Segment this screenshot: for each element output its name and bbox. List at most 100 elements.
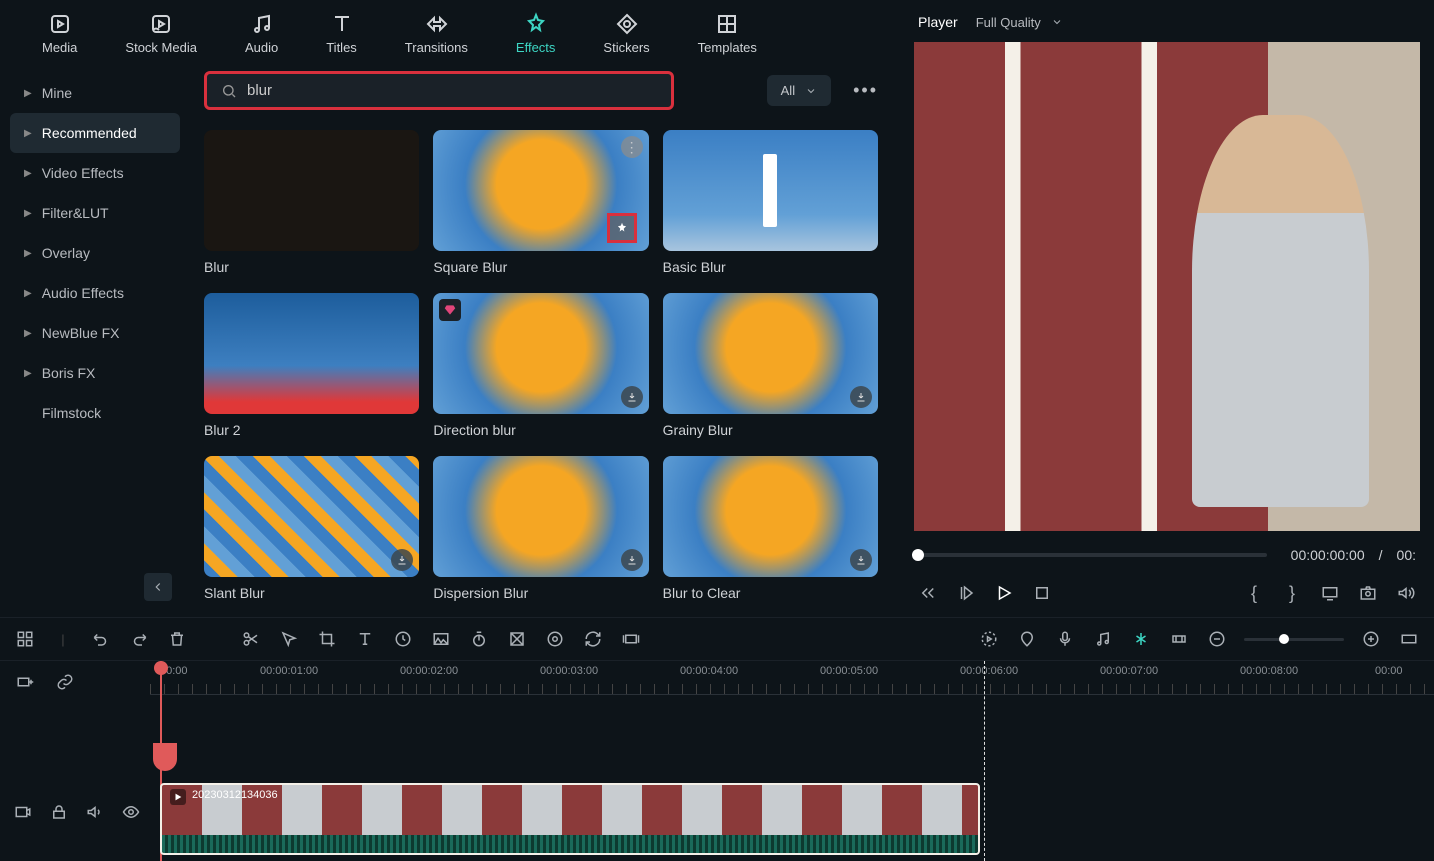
play-button[interactable] [994,583,1014,603]
effect-thumb[interactable] [663,130,878,251]
keyframe-button[interactable] [506,628,528,650]
prev-frame-button[interactable] [918,583,938,603]
video-clip[interactable]: 20230312134036 [160,783,980,855]
zoom-out-button[interactable] [1206,628,1228,650]
more-button[interactable]: ••• [845,72,886,109]
mute-track-button[interactable] [86,801,104,823]
mark-in-button[interactable]: { [1244,583,1264,603]
stop-button[interactable] [1032,583,1052,603]
nav-stock[interactable]: Stock Media [113,8,209,59]
effect-thumb[interactable]: ⋮ [433,130,648,251]
sidebar-collapse-button[interactable] [144,573,172,601]
refresh-button[interactable] [582,628,604,650]
render-button[interactable] [978,628,1000,650]
select-button[interactable] [278,628,300,650]
crop-button[interactable] [316,628,338,650]
sidebar-item-recommended[interactable]: ▶Recommended [10,113,180,153]
download-icon[interactable] [850,386,872,408]
effect-card-slant-blur[interactable]: Slant Blur [204,456,419,601]
effect-thumb[interactable] [433,456,648,577]
snapshot-button[interactable] [1358,583,1378,603]
sidebar-item-label: NewBlue FX [42,325,120,341]
add-track-button[interactable] [14,671,36,693]
effect-thumb[interactable] [204,130,419,251]
effect-label: Blur to Clear [663,585,878,601]
effect-thumb[interactable] [663,456,878,577]
ruler-tick: 00:00:01:00 [260,665,318,677]
filter-dropdown[interactable]: All [767,75,831,106]
sidebar-item-mine[interactable]: ▶Mine [10,73,180,113]
speed-button[interactable] [392,628,414,650]
effect-thumb[interactable] [204,456,419,577]
sidebar-item-filter-lut[interactable]: ▶Filter&LUT [10,193,180,233]
download-icon[interactable] [391,549,413,571]
search-input[interactable] [247,82,657,99]
effect-card-blur[interactable]: Blur [204,130,419,275]
zoom-slider[interactable] [1244,638,1344,641]
split-button[interactable] [240,628,262,650]
link-button[interactable] [54,671,76,693]
nav-stickers[interactable]: Stickers [591,8,661,59]
effect-card-dispersion-blur[interactable]: Dispersion Blur [433,456,648,601]
add-effect-button[interactable] [607,213,637,243]
marker-clip[interactable] [153,743,177,771]
search-box[interactable] [204,71,674,110]
effect-thumb[interactable] [433,293,648,414]
layout-button[interactable] [14,628,36,650]
sidebar-item-audio-effects[interactable]: ▶Audio Effects [10,273,180,313]
sidebar-item-video-effects[interactable]: ▶Video Effects [10,153,180,193]
zoom-in-button[interactable] [1360,628,1382,650]
nav-media[interactable]: Media [30,8,89,59]
sidebar-item-filmstock[interactable]: Filmstock [10,393,180,433]
sidebar-item-newblue[interactable]: ▶ NewBlue FX [10,313,180,353]
effect-card-square-blur[interactable]: ⋮Square Blur [433,130,648,275]
sidebar-item-boris[interactable]: ▶Boris FX [10,353,180,393]
effect-card-blur-to-clear[interactable]: Blur to Clear [663,456,878,601]
effect-card-grainy-blur[interactable]: Grainy Blur [663,293,878,438]
caret-icon: ▶ [24,328,32,339]
voiceover-button[interactable] [1054,628,1076,650]
effect-thumb[interactable] [204,293,419,414]
effect-card-basic-blur[interactable]: Basic Blur [663,130,878,275]
redo-button[interactable] [128,628,150,650]
download-icon[interactable] [621,549,643,571]
timeline-ruler[interactable]: 00:0000:00:01:0000:00:02:0000:00:03:0000… [150,661,1434,695]
delete-button[interactable] [166,628,188,650]
zoom-fit-button[interactable] [1398,628,1420,650]
lock-track-button[interactable] [50,801,68,823]
chevron-down-icon [1051,16,1063,28]
mark-out-button[interactable]: } [1282,583,1302,603]
player-scrubber[interactable] [918,553,1267,557]
video-track-icon[interactable] [14,801,32,823]
hide-track-button[interactable] [122,801,140,823]
effect-thumb[interactable] [663,293,878,414]
autoripple-button[interactable] [1168,628,1190,650]
undo-button[interactable] [90,628,112,650]
nav-transitions[interactable]: Transitions [393,8,480,59]
effect-card-direction-blur[interactable]: Direction blur [433,293,648,438]
snap-button[interactable] [1130,628,1152,650]
quality-dropdown[interactable]: Full Quality [976,15,1063,30]
download-icon[interactable] [621,386,643,408]
volume-button[interactable] [1396,583,1416,603]
marker-button[interactable] [1016,628,1038,650]
step-forward-button[interactable] [956,583,976,603]
effect-card-blur-2[interactable]: Blur 2 [204,293,419,438]
sidebar-item-label: Overlay [42,245,90,261]
more-icon[interactable]: ⋮ [621,136,643,158]
sidebar-item-overlay[interactable]: ▶Overlay [10,233,180,273]
nav-templates[interactable]: Templates [686,8,769,59]
color-button[interactable] [430,628,452,650]
ruler-tick: 00:00 [1375,665,1403,677]
duration-button[interactable] [468,628,490,650]
nav-audio[interactable]: Audio [233,8,290,59]
text-button[interactable] [354,628,376,650]
track-button[interactable] [544,628,566,650]
fit-button[interactable] [620,628,642,650]
download-icon[interactable] [850,549,872,571]
detach-button[interactable] [1320,583,1340,603]
nav-effects[interactable]: Effects [504,8,568,59]
nav-titles[interactable]: Titles [314,8,369,59]
effect-label: Basic Blur [663,259,878,275]
audio-mixer-button[interactable] [1092,628,1114,650]
